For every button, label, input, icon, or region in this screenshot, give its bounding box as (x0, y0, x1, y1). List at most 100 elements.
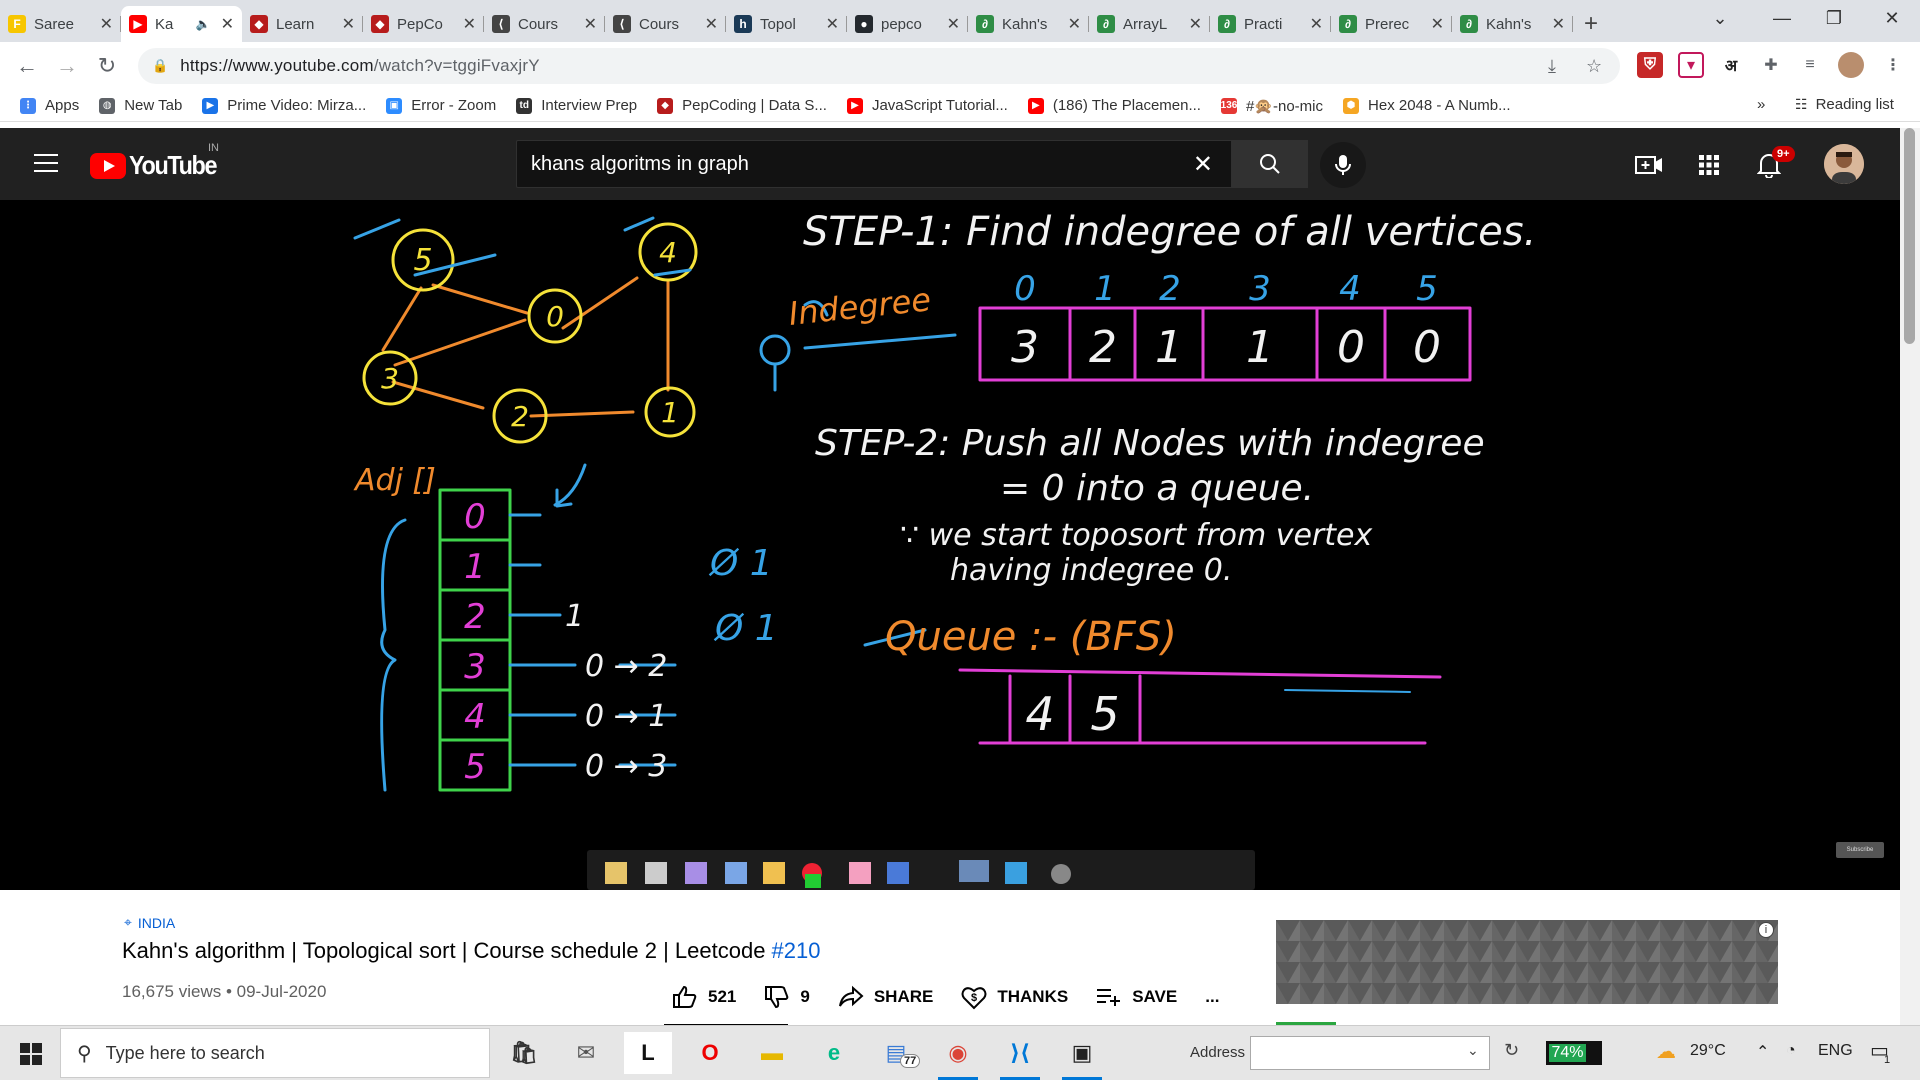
thanks-button[interactable]: $ THANKS (961, 984, 1068, 1010)
calculator-icon[interactable]: ▤ 77 (872, 1032, 921, 1074)
file-explorer-icon[interactable]: ▬ (748, 1032, 796, 1074)
close-tab-icon[interactable]: ✕ (947, 14, 960, 34)
store-icon[interactable]: 🛍 (500, 1032, 548, 1074)
ad-banner[interactable] (1276, 920, 1778, 1004)
close-tab-icon[interactable]: ✕ (1431, 14, 1444, 34)
forward-icon[interactable]: → (49, 48, 85, 84)
more-actions-button[interactable]: ... (1205, 987, 1219, 1007)
create-video-icon[interactable] (1634, 150, 1664, 180)
minimize-icon[interactable]: — (1752, 0, 1812, 36)
location-tag[interactable]: ⌖ INDIA (124, 914, 175, 931)
bookmark-item[interactable]: ⋮ Apps (20, 97, 79, 114)
browser-tab[interactable]: ∂ Prerec ✕ (1331, 6, 1452, 42)
extension-hindi-icon[interactable]: अ (1718, 52, 1744, 78)
browser-tab[interactable]: ● pepco ✕ (847, 6, 968, 42)
video-player[interactable]: 5 4 0 3 2 1 STEP-1: Find indegree of all… (0, 200, 1900, 890)
bookmarks-overflow-icon[interactable]: » (1757, 96, 1765, 113)
bookmark-item[interactable]: ◍ New Tab (99, 97, 182, 114)
browser-tab[interactable]: ∂ Kahn's ✕ (968, 6, 1089, 42)
reading-queue-icon[interactable]: ≡ (1797, 52, 1823, 78)
apps-grid-icon[interactable] (1694, 150, 1724, 180)
close-tab-icon[interactable]: ✕ (584, 14, 597, 34)
back-icon[interactable]: ← (9, 48, 45, 84)
browser-tab[interactable]: ∂ ArrayL ✕ (1089, 6, 1210, 42)
wifi-icon[interactable]: ◔ (1786, 1042, 1796, 1060)
app-l-icon[interactable]: L (624, 1032, 672, 1074)
like-button[interactable]: 521 (672, 985, 736, 1009)
share-button[interactable]: SHARE (838, 985, 933, 1009)
address-bar[interactable]: 🔒 https://www.youtube.com/watch?v=tggiFv… (138, 48, 1620, 84)
account-avatar[interactable] (1824, 144, 1864, 184)
bookmark-star-icon[interactable]: ☆ (1586, 56, 1602, 77)
windows-start-icon[interactable] (20, 1043, 42, 1070)
save-button[interactable]: SAVE (1096, 986, 1177, 1008)
battery-indicator[interactable]: 74% (1546, 1041, 1602, 1065)
bookmark-item[interactable]: ⬢ Hex 2048 - A Numb... (1343, 97, 1511, 114)
close-tab-icon[interactable]: ✕ (463, 14, 476, 34)
bookmark-item[interactable]: ▣ Error - Zoom (386, 97, 496, 114)
language-indicator[interactable]: ENG (1818, 1042, 1853, 1060)
ad-info-icon[interactable]: i (1758, 922, 1774, 938)
opera-icon[interactable]: O (686, 1032, 734, 1074)
restore-icon[interactable]: ❐ (1804, 0, 1864, 36)
chrome-icon[interactable]: ◉ (934, 1032, 982, 1080)
bookmark-item[interactable]: ▶ (186) The Placemen... (1027, 97, 1201, 114)
browser-tab[interactable]: ⟨ Cours ✕ (484, 6, 605, 42)
extensions-puzzle-icon[interactable]: ✚ (1758, 52, 1784, 78)
browser-tab[interactable]: ◆ Learn ✕ (242, 6, 363, 42)
install-icon[interactable]: ⤓ (1548, 56, 1556, 77)
address-dropdown-icon[interactable]: ⌄ (1467, 1042, 1479, 1059)
close-tab-icon[interactable]: ✕ (221, 14, 234, 34)
address-refresh-icon[interactable]: ↻ (1504, 1040, 1519, 1061)
svg-text:0: 0 (464, 497, 486, 537)
close-tab-icon[interactable]: ✕ (1068, 14, 1081, 34)
search-button[interactable] (1232, 140, 1308, 188)
reading-list-button[interactable]: ☷ Reading list (1795, 96, 1894, 113)
bookmark-item[interactable]: td Interview Prep (516, 97, 637, 114)
tray-expand-icon[interactable]: ⌃ (1756, 1042, 1769, 1062)
page-scrollbar-thumb[interactable] (1904, 128, 1915, 344)
browser-tab[interactable]: ◆ PepCo ✕ (363, 6, 484, 42)
dislike-button[interactable]: 9 (764, 985, 810, 1009)
taskbar-search-input[interactable]: ⚲ Type here to search (60, 1028, 490, 1078)
close-tab-icon[interactable]: ✕ (1189, 14, 1202, 34)
bookmark-item[interactable]: 136 #🙊-no-mic (1221, 97, 1323, 115)
close-tab-icon[interactable]: ✕ (826, 14, 839, 34)
youtube-logo[interactable]: YouTube IN (90, 142, 226, 181)
browser-tab[interactable]: ∂ Kahn's ✕ (1452, 6, 1573, 42)
close-tab-icon[interactable]: ✕ (1310, 14, 1323, 34)
hashtag-link[interactable]: #210 (772, 938, 821, 963)
new-tab-icon[interactable]: + (1573, 6, 1609, 42)
browser-menu-icon[interactable]: ⋮ (1880, 52, 1906, 78)
close-window-icon[interactable]: ✕ (1862, 0, 1920, 36)
vscode-icon[interactable]: ⟩⟨ (996, 1032, 1044, 1080)
browser-tab[interactable]: ▶ Ka 🔈 ✕ (121, 6, 242, 42)
mail-icon[interactable]: ✉ (562, 1032, 610, 1074)
edge-icon[interactable]: e (810, 1032, 858, 1074)
close-tab-icon[interactable]: ✕ (705, 14, 718, 34)
extension-pocket-icon[interactable]: ▾ (1678, 52, 1704, 78)
weather-temp[interactable]: 29°C (1690, 1042, 1726, 1060)
voice-search-button[interactable] (1320, 142, 1366, 188)
close-tab-icon[interactable]: ✕ (1552, 14, 1565, 34)
bookmark-item[interactable]: ▶ Prime Video: Mirza... (202, 97, 366, 114)
extension-shield-icon[interactable]: ⛨ (1637, 52, 1663, 78)
profile-avatar-icon[interactable] (1838, 52, 1864, 78)
address-toolbar-input[interactable] (1250, 1036, 1490, 1070)
browser-tab[interactable]: ∂ Practi ✕ (1210, 6, 1331, 42)
menu-icon[interactable] (34, 154, 58, 172)
reload-icon[interactable]: ↻ (89, 48, 125, 84)
browser-tab[interactable]: h Topol ✕ (726, 6, 847, 42)
browser-tab[interactable]: ⟨ Cours ✕ (605, 6, 726, 42)
close-tab-icon[interactable]: ✕ (342, 14, 355, 34)
subscribe-watermark[interactable]: Subscribe (1836, 842, 1884, 858)
search-input[interactable]: khans algoritms in graph ✕ (516, 140, 1232, 188)
bookmark-item[interactable]: ◆ PepCoding | Data S... (657, 97, 827, 114)
tab-audio-icon[interactable]: 🔈 (196, 17, 211, 31)
browser-tab[interactable]: F Saree ✕ (0, 6, 121, 42)
photos-icon[interactable]: ▣ (1058, 1032, 1106, 1080)
close-tab-icon[interactable]: ✕ (100, 14, 113, 34)
bookmark-item[interactable]: ▶ JavaScript Tutorial... (846, 97, 1008, 114)
clear-search-icon[interactable]: ✕ (1193, 150, 1213, 179)
tab-search-icon[interactable]: ⌄ (1690, 0, 1750, 36)
